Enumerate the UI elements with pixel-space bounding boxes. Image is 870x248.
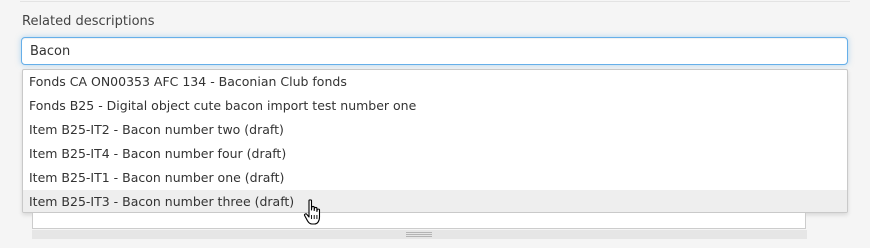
autocomplete-option[interactable]: Fonds CA ON00353 AFC 134 - Baconian Club…: [23, 70, 847, 94]
autocomplete-option[interactable]: Item B25-IT1 - Bacon number one (draft): [23, 166, 847, 190]
related-descriptions-label: Related descriptions: [22, 14, 155, 29]
autocomplete-option[interactable]: Item B25-IT4 - Bacon number four (draft): [23, 142, 847, 166]
hand-pointer-icon: [303, 199, 321, 225]
section-divider: [20, 0, 850, 2]
resize-grip-icon[interactable]: [406, 232, 432, 237]
form-panel: Related descriptions Fonds CA ON00353 AF…: [0, 0, 870, 248]
textarea-resize-bar[interactable]: [32, 230, 807, 239]
related-descriptions-input[interactable]: [21, 37, 848, 65]
underlying-field: [32, 213, 806, 229]
autocomplete-option[interactable]: Fonds B25 - Digital object cute bacon im…: [23, 94, 847, 118]
panel-gutter: [818, 214, 870, 248]
autocomplete-option[interactable]: Item B25-IT2 - Bacon number two (draft): [23, 118, 847, 142]
autocomplete-option-highlighted[interactable]: Item B25-IT3 - Bacon number three (draft…: [23, 190, 847, 212]
autocomplete-dropdown: Fonds CA ON00353 AFC 134 - Baconian Club…: [22, 69, 848, 213]
